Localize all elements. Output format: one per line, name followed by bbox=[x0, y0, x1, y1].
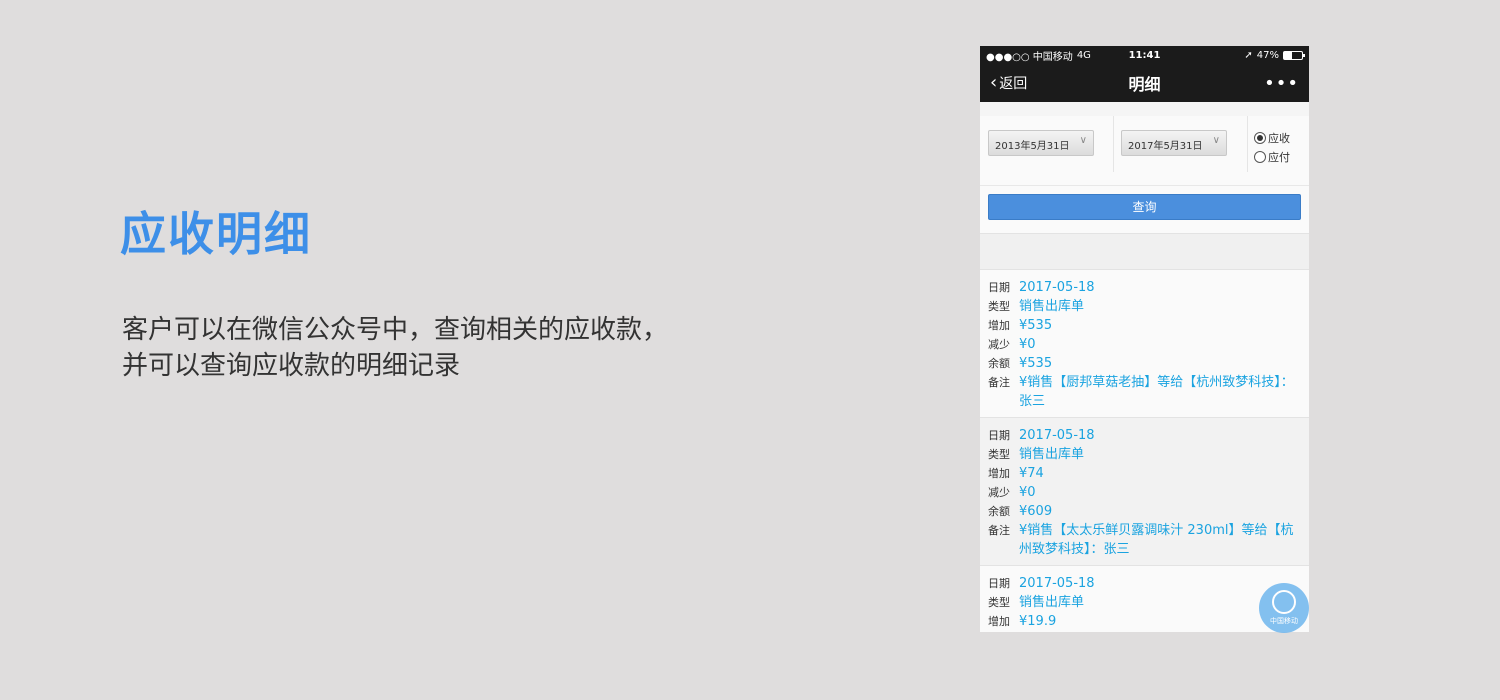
date-value: 2017-05-18 bbox=[1019, 280, 1095, 295]
radio-receivable[interactable]: 应收 bbox=[1254, 128, 1290, 147]
description-line: 并可以查询应收款的明细记录 bbox=[122, 351, 461, 381]
location-arrow-icon: ➚ bbox=[1244, 49, 1253, 61]
field-label: 减少 bbox=[988, 631, 1019, 632]
back-label: 返回 bbox=[999, 76, 1028, 92]
list-item[interactable]: 日期 2017-05-18 类型 销售出库单 增加 ¥74 减少 ¥0 余额 ¥609 备… bbox=[980, 418, 1309, 566]
remark-value: ¥销售【太太乐鲜贝露调味汁 230ml】等给【杭州致梦科技】：张三 bbox=[1019, 523, 1294, 557]
divider bbox=[1113, 116, 1114, 172]
field-label: 类型 bbox=[988, 596, 1010, 609]
fab-label: 中国移动 bbox=[1270, 617, 1298, 625]
more-icon[interactable]: ••• bbox=[1264, 73, 1299, 94]
balance-value: ¥535 bbox=[1019, 356, 1053, 371]
chevron-down-icon: ∨ bbox=[1212, 135, 1220, 146]
date-value: 2017-05-18 bbox=[1019, 428, 1095, 443]
field-label: 增加 bbox=[988, 467, 1010, 480]
type-value: 销售出库单 bbox=[1019, 595, 1085, 610]
end-date-select[interactable]: 2017年5月31日 ∨ bbox=[1121, 130, 1227, 156]
field-label: 增加 bbox=[988, 319, 1010, 332]
balance-value: ¥609 bbox=[1019, 504, 1053, 519]
status-bar: ●●●○○ 中国移动 4G 11:41 ➚ 47% bbox=[980, 46, 1309, 64]
radio-label: 应收 bbox=[1268, 131, 1290, 145]
field-label: 增加 bbox=[988, 615, 1010, 628]
divider bbox=[1247, 116, 1248, 172]
back-button[interactable]: ‹ 返回 bbox=[990, 73, 1027, 93]
type-value: 销售出库单 bbox=[1019, 299, 1085, 314]
field-label: 日期 bbox=[988, 281, 1010, 294]
china-mobile-logo-icon bbox=[1272, 590, 1296, 614]
carrier-label: ●●●○○ 中国移动 bbox=[986, 51, 1073, 63]
start-date-select[interactable]: 2013年5月31日 ∨ bbox=[988, 130, 1094, 156]
field-label: 日期 bbox=[988, 429, 1010, 442]
field-label: 减少 bbox=[988, 486, 1010, 499]
network-label: 4G bbox=[1076, 49, 1091, 61]
decrease-value: ¥0 bbox=[1019, 485, 1036, 500]
battery-icon bbox=[1283, 50, 1305, 60]
decrease-value: ¥0 bbox=[1019, 631, 1036, 632]
type-radio-group: 应收 应付 bbox=[1254, 128, 1290, 166]
section-spacer bbox=[980, 234, 1309, 270]
field-label: 备注 bbox=[988, 524, 1010, 537]
increase-value: ¥535 bbox=[1019, 318, 1053, 333]
increase-value: ¥74 bbox=[1019, 466, 1044, 481]
field-label: 类型 bbox=[988, 300, 1010, 313]
radio-label: 应付 bbox=[1268, 150, 1290, 164]
record-list: 日期 2017-05-18 类型 销售出库单 增加 ¥535 减少 ¥0 余额 ¥535 … bbox=[980, 270, 1309, 632]
radio-unchecked-icon bbox=[1254, 150, 1266, 163]
description-line: 客户可以在微信公众号中，查询相关的应收款， bbox=[122, 315, 669, 345]
field-label: 日期 bbox=[988, 577, 1010, 590]
field-label: 减少 bbox=[988, 338, 1010, 351]
phone-screen: ●●●○○ 中国移动 4G 11:41 ➚ 47% ‹ 返回 明细 ••• 20… bbox=[980, 46, 1309, 632]
page-description: 客户可以在微信公众号中，查询相关的应收款， 并可以查询应收款的明细记录 bbox=[122, 312, 762, 384]
clock: 11:41 bbox=[1128, 49, 1161, 61]
filter-panel: 2013年5月31日 ∨ 2017年5月31日 ∨ 应收 应付 bbox=[980, 116, 1309, 186]
query-bar: 查询 bbox=[980, 186, 1309, 234]
remark-value: ¥销售【厨邦草菇老抽】等给【杭州致梦科技】：张三 bbox=[1019, 375, 1294, 409]
field-label: 类型 bbox=[988, 448, 1010, 461]
battery-percent: 47% bbox=[1256, 49, 1279, 61]
field-label: 备注 bbox=[988, 376, 1010, 389]
nav-title: 明细 bbox=[1128, 75, 1161, 94]
field-label: 余额 bbox=[988, 357, 1010, 370]
query-button[interactable]: 查询 bbox=[988, 194, 1301, 220]
chevron-left-icon: ‹ bbox=[990, 72, 998, 93]
date-value: 2017-05-18 bbox=[1019, 576, 1095, 591]
type-value: 销售出库单 bbox=[1019, 447, 1085, 462]
page-heading: 应收明细 bbox=[120, 207, 312, 261]
list-item[interactable]: 日期 2017-05-18 类型 销售出库单 增加 ¥535 减少 ¥0 余额 ¥535 … bbox=[980, 270, 1309, 418]
start-date-value: 2013年5月31日 bbox=[995, 141, 1070, 152]
radio-checked-icon bbox=[1254, 131, 1266, 144]
end-date-value: 2017年5月31日 bbox=[1128, 141, 1203, 152]
chevron-down-icon: ∨ bbox=[1079, 135, 1087, 146]
china-mobile-float-button[interactable]: 中国移动 bbox=[1259, 583, 1309, 633]
nav-bar: ‹ 返回 明细 ••• bbox=[980, 64, 1309, 102]
field-label: 余额 bbox=[988, 505, 1010, 518]
increase-value: ¥19.9 bbox=[1019, 614, 1057, 629]
radio-payable[interactable]: 应付 bbox=[1254, 147, 1290, 166]
decrease-value: ¥0 bbox=[1019, 337, 1036, 352]
